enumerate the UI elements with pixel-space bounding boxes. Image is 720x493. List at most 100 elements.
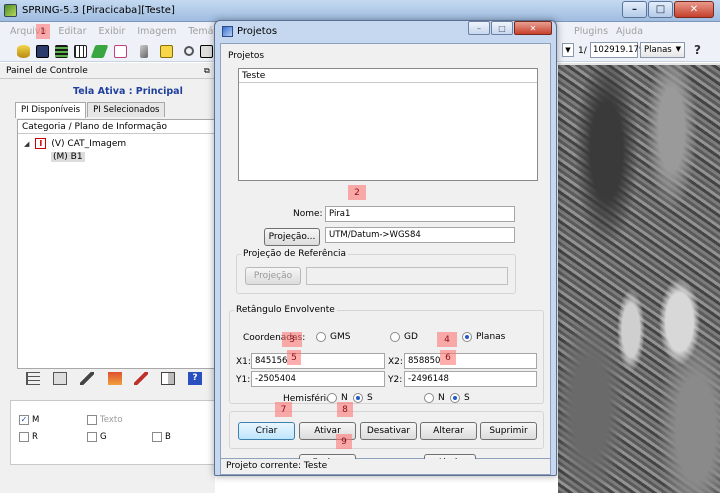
tree-header: Categoria / Plano de Informação xyxy=(18,120,216,134)
collapse-icon[interactable]: ◢ xyxy=(24,140,29,148)
scale-input[interactable]: 102919.179 xyxy=(590,42,644,58)
projection-button[interactable]: Projeção... xyxy=(264,228,320,246)
radio-hemisphere-s-2-circle[interactable] xyxy=(450,393,460,403)
pi-tabs: PI Disponíveis PI Selecionados xyxy=(15,102,166,118)
tree-plane-row[interactable]: (M) B1 xyxy=(51,152,85,162)
checkbox-b[interactable]: B xyxy=(152,432,171,442)
checkbox-m-box[interactable]: ✓ xyxy=(19,415,29,425)
y2-input[interactable]: -2496148 xyxy=(404,371,537,387)
projection-select[interactable]: Planas ▼ xyxy=(640,42,685,58)
page-dropdown-arrow-icon[interactable]: ▼ xyxy=(562,43,574,57)
radio-hemisphere-n-2-label: N xyxy=(438,393,445,403)
panel-icon[interactable] xyxy=(161,372,175,385)
dialog-minimize-button[interactable]: – xyxy=(468,21,490,35)
spring-app-icon xyxy=(4,4,17,17)
checkbox-g-box[interactable] xyxy=(87,432,97,442)
radio-hemisphere-n-2[interactable]: N xyxy=(424,393,445,403)
database-icon[interactable] xyxy=(15,43,31,59)
info-icon[interactable]: ? xyxy=(188,372,202,385)
dialog-window-controls: – □ ✕ xyxy=(467,21,552,35)
alterar-button[interactable]: Alterar xyxy=(420,422,477,440)
checkbox-r[interactable]: R xyxy=(19,432,38,442)
step-marker-6: 6 xyxy=(440,350,456,365)
checkbox-r-box[interactable] xyxy=(19,432,29,442)
dialog-icon xyxy=(222,26,233,37)
project-icon[interactable] xyxy=(34,43,50,59)
menu-ajuda[interactable]: Ajuda xyxy=(610,26,649,37)
checkbox-texto[interactable]: Texto xyxy=(87,415,122,425)
window-icon[interactable] xyxy=(112,43,128,59)
pencil-icon[interactable] xyxy=(134,372,148,385)
minimize-button[interactable]: – xyxy=(622,1,647,18)
eraser-icon[interactable] xyxy=(90,43,108,59)
scissors-icon[interactable] xyxy=(136,43,152,59)
menu-imagem[interactable]: Imagem xyxy=(131,26,182,37)
suprimir-button[interactable]: Suprimir xyxy=(480,422,537,440)
chart-bars-icon[interactable] xyxy=(108,372,122,385)
y1-input[interactable]: -2505404 xyxy=(251,371,385,387)
checkbox-g[interactable]: G xyxy=(87,432,107,442)
projects-list[interactable]: Teste xyxy=(238,68,538,181)
x1-input[interactable]: 845156 xyxy=(251,353,385,369)
undock-icon[interactable]: ⧉ xyxy=(204,66,210,76)
checkbox-texto-label: Texto xyxy=(100,415,123,425)
projection-value: UTM/Datum->WGS84 xyxy=(325,227,515,243)
checkbox-texto-box[interactable] xyxy=(87,415,97,425)
radio-gms-label: GMS xyxy=(330,332,351,342)
x2-input[interactable]: 858850 xyxy=(404,353,537,369)
radio-gd-label: GD xyxy=(404,332,418,342)
name-input[interactable]: Pira1 xyxy=(325,206,515,222)
menu-plugins[interactable]: Plugins xyxy=(568,26,614,37)
checkbox-m[interactable]: ✓ M xyxy=(19,415,39,425)
pointer-icon[interactable] xyxy=(198,43,214,59)
grid-icon[interactable] xyxy=(72,43,88,59)
zoom-icon[interactable] xyxy=(181,43,197,59)
control-panel: Painel de Controle ⧉ Tela Ativa : Princi… xyxy=(0,63,216,493)
radio-hemisphere-s-1-circle[interactable] xyxy=(353,393,363,403)
radio-gd[interactable]: GD xyxy=(390,332,418,342)
main-window-title: SPRING-5.3 [Piracicaba][Teste] xyxy=(22,5,175,16)
close-button[interactable]: ✕ xyxy=(674,1,714,18)
reference-projection-label: Projeção de Referência xyxy=(241,249,349,259)
dialog-close-button[interactable]: ✕ xyxy=(514,21,552,35)
radio-planas[interactable]: Planas xyxy=(462,332,505,342)
menu-exibir[interactable]: Exibir xyxy=(93,26,132,37)
radio-planas-circle[interactable] xyxy=(462,332,472,342)
menu-editar[interactable]: Editar xyxy=(52,26,92,37)
dialog-status-bar: Projeto corrente: Teste xyxy=(220,459,551,475)
radio-gd-circle[interactable] xyxy=(390,332,400,342)
tab-pi-disponiveis[interactable]: PI Disponíveis xyxy=(15,102,87,118)
radio-hemisphere-s-2[interactable]: S xyxy=(450,393,470,403)
step-marker-4: 4 xyxy=(437,332,457,347)
radio-hemisphere-n-1-circle[interactable] xyxy=(327,393,337,403)
zoom-layer-icon[interactable] xyxy=(53,372,67,385)
name-label: Nome: xyxy=(293,209,323,219)
checkbox-b-label: B xyxy=(165,432,171,442)
radio-gms-circle[interactable] xyxy=(316,332,326,342)
projects-list-item[interactable]: Teste xyxy=(239,69,537,83)
checkbox-b-box[interactable] xyxy=(152,432,162,442)
help-icon[interactable]: ? xyxy=(694,43,701,57)
dialog-maximize-button[interactable]: □ xyxy=(491,21,513,35)
layers-icon[interactable] xyxy=(53,43,69,59)
tree-category-row[interactable]: ◢ I (V) CAT_Imagem xyxy=(24,138,126,149)
reference-projection-button[interactable]: Projeção xyxy=(245,267,301,285)
chart-icon[interactable] xyxy=(158,43,174,59)
step-marker-7: 7 xyxy=(275,402,292,417)
radio-gms[interactable]: GMS xyxy=(316,332,350,342)
radio-hemisphere-n-2-circle[interactable] xyxy=(424,393,434,403)
tab-pi-selecionados[interactable]: PI Selecionados xyxy=(87,102,166,117)
dialog-title-bar: Projetos – □ ✕ xyxy=(215,21,556,43)
desativar-button[interactable]: Desativar xyxy=(360,422,417,440)
satellite-image-view[interactable] xyxy=(558,65,720,493)
tools-icon[interactable] xyxy=(80,372,94,385)
maximize-button[interactable]: □ xyxy=(648,1,673,18)
main-window-controls: – □ ✕ xyxy=(621,1,714,18)
chevron-down-icon: ▼ xyxy=(675,45,681,53)
radio-hemisphere-s-1-label: S xyxy=(367,393,373,403)
radio-hemisphere-s-1[interactable]: S xyxy=(353,393,373,403)
image-category-icon: I xyxy=(35,138,47,149)
list-icon[interactable] xyxy=(26,372,40,385)
checkbox-m-label: M xyxy=(32,415,40,425)
criar-button[interactable]: Criar xyxy=(238,422,295,440)
